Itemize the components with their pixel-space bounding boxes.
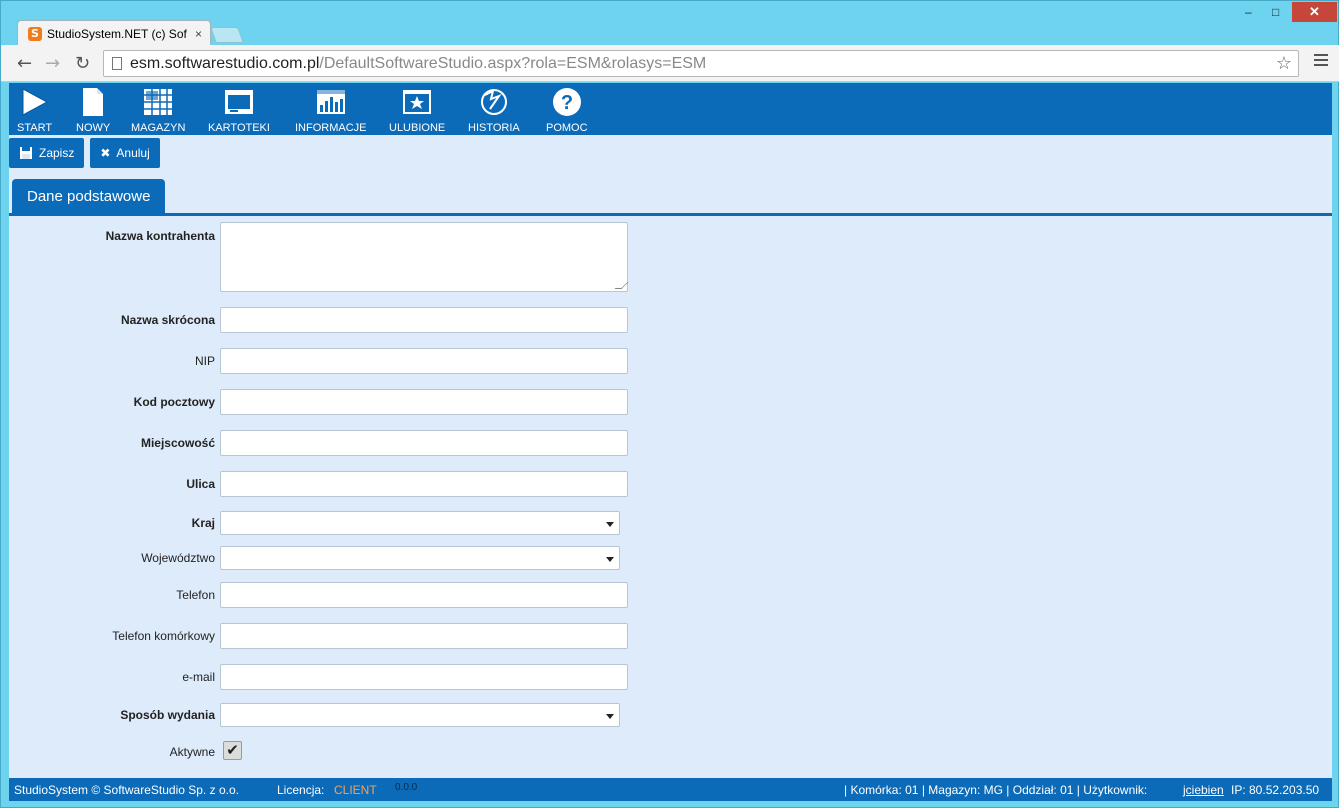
nazwa-kontrahenta-textarea[interactable] xyxy=(220,222,628,292)
status-ip: IP: 80.52.203.50 xyxy=(1231,783,1320,797)
status-licencja-value: CLIENT xyxy=(334,783,377,797)
document-icon xyxy=(83,88,104,116)
url-host: esm.softwarestudio.com.pl xyxy=(130,54,320,72)
cancel-button[interactable]: ✖ Anuluj xyxy=(90,138,160,168)
status-user-link[interactable]: jciebien xyxy=(1183,783,1224,797)
status-bar: StudioSystem © SoftwareStudio Sp. z o.o.… xyxy=(9,778,1332,801)
label-telefon-komorkowy: Telefon komórkowy xyxy=(112,629,215,643)
grid-icon xyxy=(144,89,173,115)
label-wojewodztwo: Województwo xyxy=(141,551,215,565)
url-path: /DefaultSoftwareStudio.aspx?rola=ESM&rol… xyxy=(319,54,707,72)
label-kraj: Kraj xyxy=(191,516,215,530)
tab-dane-podstawowe[interactable]: Dane podstawowe xyxy=(12,179,166,213)
status-licencja-label: Licencja: xyxy=(277,783,325,797)
cancel-button-label: Anuluj xyxy=(116,146,150,160)
nav-start-label: START xyxy=(17,122,53,134)
telefon-input[interactable] xyxy=(220,582,628,608)
label-telefon: Telefon xyxy=(176,588,215,602)
app-navbar: START NOWY MAGAZYN KARTOTEKI INFORMACJE … xyxy=(9,83,1332,135)
forward-arrow-icon[interactable]: → xyxy=(45,53,60,74)
label-aktywne: Aktywne xyxy=(169,745,215,759)
nav-nowy-label: NOWY xyxy=(76,122,111,134)
window-icon xyxy=(224,90,253,114)
miejscowosc-input[interactable] xyxy=(220,430,628,456)
wojewodztwo-select[interactable] xyxy=(220,546,620,570)
ulica-input[interactable] xyxy=(220,471,628,497)
floppy-disk-icon xyxy=(20,147,32,159)
star-icon xyxy=(403,90,432,114)
kod-pocztowy-input[interactable] xyxy=(220,389,628,415)
form-tabs: Dane podstawowe xyxy=(9,179,1332,216)
sposob-wydania-select[interactable] xyxy=(220,703,620,727)
tab-close-icon[interactable]: × xyxy=(195,27,202,41)
nav-kartoteki-label: KARTOTEKI xyxy=(208,122,270,134)
label-kod-pocztowy: Kod pocztowy xyxy=(133,395,215,409)
nazwa-skrocona-input[interactable] xyxy=(220,307,628,333)
browser-menu-icon[interactable] xyxy=(1314,54,1328,66)
address-bar[interactable]: esm.softwarestudio.com.pl /DefaultSoftwa… xyxy=(103,50,1299,77)
chevron-down-icon xyxy=(606,714,614,719)
globe-icon xyxy=(480,89,507,115)
nav-kartoteki[interactable]: KARTOTEKI xyxy=(208,87,270,134)
tab-strip: S StudioSystem.NET (c) Soft × ‒ □ ✕ xyxy=(1,1,1339,46)
label-email: e-mail xyxy=(182,670,215,684)
reload-icon[interactable]: ↻ xyxy=(75,53,90,74)
email-input[interactable] xyxy=(220,664,628,690)
chevron-down-icon xyxy=(606,557,614,562)
new-tab-button[interactable] xyxy=(210,27,244,43)
label-nazwa-kontrahenta: Nazwa kontrahenta xyxy=(105,229,215,243)
label-ulica: Ulica xyxy=(186,477,215,491)
status-context: | Komórka: 01 | Magazyn: MG | Oddział: 0… xyxy=(844,783,1148,797)
nav-magazyn[interactable]: MAGAZYN xyxy=(131,87,185,134)
maximize-button[interactable]: □ xyxy=(1272,5,1279,19)
save-button-label: Zapisz xyxy=(39,146,75,160)
play-icon xyxy=(22,88,48,116)
chart-icon xyxy=(316,90,345,114)
label-nazwa-skrocona: Nazwa skrócona xyxy=(120,313,215,327)
label-nip: NIP xyxy=(194,354,215,368)
telefon-komorkowy-input[interactable] xyxy=(220,623,628,649)
nav-informacje[interactable]: INFORMACJE xyxy=(295,87,367,134)
nav-pomoc-label: POMOC xyxy=(546,122,588,134)
status-copyright: StudioSystem © SoftwareStudio Sp. z o.o. xyxy=(14,783,239,797)
status-version: 0.0.0 xyxy=(395,782,418,793)
nav-start[interactable]: START xyxy=(17,87,52,134)
chevron-down-icon xyxy=(606,522,614,527)
save-button[interactable]: Zapisz xyxy=(9,138,85,168)
minimize-button[interactable]: ‒ xyxy=(1245,5,1252,19)
nav-ulubione[interactable]: ULUBIONE xyxy=(389,87,445,134)
help-icon: ? xyxy=(552,88,581,116)
page-icon xyxy=(112,57,122,70)
nav-informacje-label: INFORMACJE xyxy=(295,122,367,134)
nav-historia[interactable]: HISTORIA xyxy=(468,87,520,134)
app-viewport: START NOWY MAGAZYN KARTOTEKI INFORMACJE … xyxy=(9,83,1332,801)
browser-window: S StudioSystem.NET (c) Soft × ‒ □ ✕ ← → … xyxy=(0,0,1339,808)
nav-ulubione-label: ULUBIONE xyxy=(389,122,446,134)
studiosystem-favicon-icon: S xyxy=(28,26,42,41)
browser-tab[interactable]: S StudioSystem.NET (c) Soft × xyxy=(17,20,211,46)
nav-pomoc[interactable]: ? POMOC xyxy=(546,87,588,134)
nip-input[interactable] xyxy=(220,348,628,374)
browser-toolbar: ← → ↻ esm.softwarestudio.com.pl /Default… xyxy=(1,45,1339,82)
back-arrow-icon[interactable]: ← xyxy=(17,53,32,74)
kraj-select[interactable] xyxy=(220,511,620,535)
window-close-button[interactable]: ✕ xyxy=(1292,2,1337,22)
nav-magazyn-label: MAGAZYN xyxy=(131,122,186,134)
nav-historia-label: HISTORIA xyxy=(468,122,520,134)
aktywne-checkbox[interactable]: ✔ xyxy=(223,741,242,760)
bookmark-star-icon[interactable]: ☆ xyxy=(1276,53,1292,74)
x-close-icon: ✖ xyxy=(100,146,111,160)
action-toolbar: Zapisz ✖ Anuluj xyxy=(9,138,160,170)
svg-text:?: ? xyxy=(561,92,573,114)
nav-nowy[interactable]: NOWY xyxy=(76,87,110,134)
label-sposob-wydania: Sposób wydania xyxy=(120,708,215,722)
label-miejscowosc: Miejscowość xyxy=(140,436,215,450)
browser-tab-title: StudioSystem.NET (c) Soft xyxy=(47,26,187,41)
